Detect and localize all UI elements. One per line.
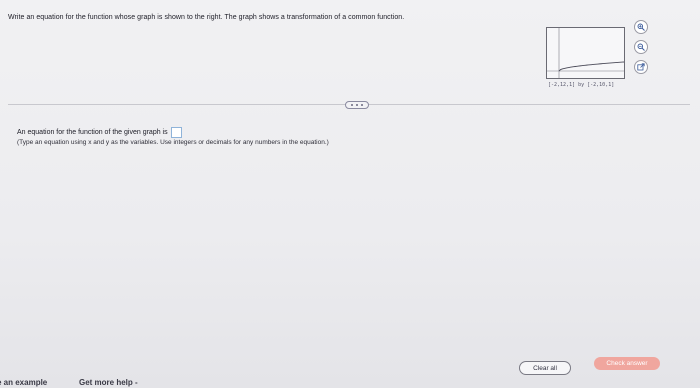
zoom-out-button[interactable] bbox=[634, 40, 648, 54]
magnifier-minus-icon bbox=[637, 43, 645, 51]
magnifier-plus-icon bbox=[637, 23, 645, 31]
external-link-icon bbox=[637, 63, 645, 71]
dot-icon bbox=[351, 104, 353, 106]
graph-curve bbox=[558, 61, 624, 72]
graph-canvas bbox=[547, 28, 624, 78]
answer-input[interactable] bbox=[170, 127, 182, 138]
answer-instructions: (Type an equation using x and y as the v… bbox=[17, 139, 329, 146]
get-more-help-link[interactable]: Get more help - bbox=[79, 378, 138, 387]
question-prompt: Write an equation for the function whose… bbox=[8, 14, 405, 21]
view-example-link[interactable]: e an example bbox=[0, 378, 47, 387]
answer-line: An equation for the function of the give… bbox=[17, 127, 182, 138]
screen: Write an equation for the function whose… bbox=[0, 0, 700, 388]
check-answer-button[interactable]: Check answer bbox=[594, 357, 660, 370]
graph-window: [-2,12,1] by [-2,10,1] bbox=[548, 82, 615, 88]
answer-label: An equation for the function of the give… bbox=[17, 129, 168, 136]
function-graph[interactable] bbox=[546, 27, 625, 79]
popout-button[interactable] bbox=[634, 60, 648, 74]
dot-icon bbox=[361, 104, 363, 106]
clear-all-button[interactable]: Clear all bbox=[519, 361, 571, 375]
dot-icon bbox=[356, 104, 358, 106]
zoom-in-button[interactable] bbox=[634, 20, 648, 34]
expand-more-button[interactable] bbox=[345, 101, 369, 109]
